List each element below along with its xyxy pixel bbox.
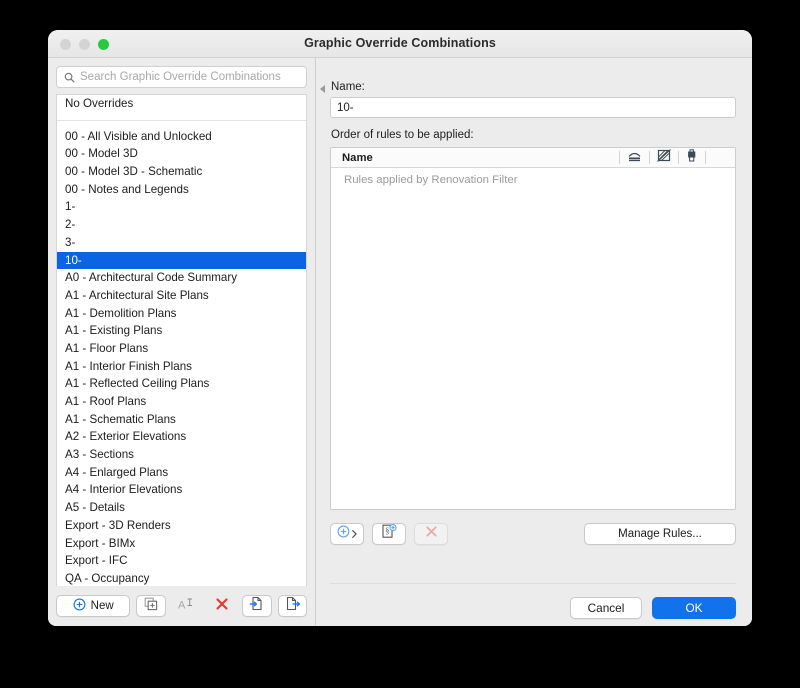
export-combination-button[interactable] (277, 595, 307, 617)
list-item[interactable]: A1 - Schematic Plans (57, 411, 306, 429)
export-document-icon (285, 596, 300, 616)
list-item[interactable]: 2- (57, 216, 306, 234)
rules-column-icons (612, 148, 713, 167)
actions-divider (330, 583, 736, 584)
list-separator (57, 113, 306, 121)
cancel-label: Cancel (587, 601, 625, 615)
list-item[interactable]: 00 - All Visible and Unlocked (57, 128, 306, 146)
red-x-icon (425, 525, 438, 543)
pen-weight-icon[interactable] (627, 149, 642, 167)
delete-combination-button[interactable] (207, 595, 236, 617)
list-separator-gap (57, 121, 306, 128)
graphic-override-combinations-dialog: Graphic Override Combinations No Overrid… (48, 30, 752, 626)
search-icon (64, 72, 75, 83)
list-item[interactable]: A5 - Details (57, 499, 306, 517)
list-item[interactable]: A1 - Demolition Plans (57, 305, 306, 323)
list-item[interactable]: A1 - Interior Finish Plans (57, 358, 306, 376)
header-divider (705, 151, 706, 164)
header-divider (678, 151, 679, 164)
header-divider (649, 151, 650, 164)
list-item[interactable]: A2 - Exterior Elevations (57, 428, 306, 446)
header-divider (619, 151, 620, 164)
cancel-button[interactable]: Cancel (570, 597, 642, 619)
new-combination-button[interactable]: New (56, 595, 131, 617)
list-item[interactable]: 10- (57, 251, 306, 270)
rules-toolbar: § Manage Rules... (330, 520, 736, 548)
list-item[interactable]: Export - IFC (57, 552, 306, 570)
combinations-sidebar: No Overrides 00 - All Visible and Unlock… (48, 58, 316, 626)
list-item[interactable]: QA - Occupancy (57, 570, 306, 586)
plus-circle-icon (73, 598, 86, 614)
order-of-rules-label: Order of rules to be applied: (331, 129, 474, 141)
list-item[interactable]: 1- (57, 198, 306, 216)
plus-circle-icon (337, 525, 350, 543)
detail-panel: Name: Order of rules to be applied: Name (316, 58, 752, 626)
list-item[interactable]: Export - 3D Renders (57, 517, 306, 535)
rules-table[interactable]: Name Rules applied by Renovation Filter (330, 147, 736, 510)
delete-rule-button[interactable] (414, 523, 448, 545)
duplicate-combination-button[interactable] (136, 595, 166, 617)
fill-pattern-icon[interactable] (657, 148, 671, 167)
list-item[interactable]: A4 - Interior Elevations (57, 481, 306, 499)
list-item[interactable]: A4 - Enlarged Plans (57, 464, 306, 482)
list-item[interactable]: A0 - Architectural Code Summary (57, 269, 306, 287)
svg-text:§: § (385, 527, 389, 536)
collapse-left-icon[interactable] (318, 80, 327, 98)
name-input[interactable] (330, 97, 736, 118)
manage-rules-button[interactable]: Manage Rules... (584, 523, 736, 545)
window-title: Graphic Override Combinations (304, 36, 496, 50)
list-item[interactable]: 00 - Model 3D (57, 145, 306, 163)
new-button-label: New (90, 600, 114, 612)
red-x-icon (215, 597, 229, 616)
dialog-actions: Cancel OK (570, 597, 736, 619)
rename-combination-button[interactable]: A (172, 595, 201, 617)
search-area (48, 58, 315, 94)
search-box[interactable] (56, 66, 307, 88)
list-item[interactable]: Export - BIMx (57, 535, 306, 553)
list-item[interactable]: A1 - Architectural Site Plans (57, 287, 306, 305)
column-header-name[interactable]: Name (331, 152, 373, 164)
name-label: Name: (331, 81, 365, 93)
list-item[interactable]: A1 - Roof Plans (57, 393, 306, 411)
list-item[interactable]: 00 - Notes and Legends (57, 181, 306, 199)
svg-text:A: A (178, 599, 186, 611)
list-item[interactable]: A1 - Reflected Ceiling Plans (57, 375, 306, 393)
chevron-right-icon (352, 525, 357, 543)
import-combination-button[interactable] (242, 595, 272, 617)
add-rule-button[interactable] (330, 523, 364, 545)
list-item[interactable]: A1 - Existing Plans (57, 322, 306, 340)
manage-rules-label: Manage Rules... (618, 528, 702, 540)
list-item[interactable]: 3- (57, 234, 306, 252)
list-item-no-overrides[interactable]: No Overrides (57, 95, 306, 113)
rename-text-icon: A (178, 597, 194, 616)
list-item[interactable]: A3 - Sections (57, 446, 306, 464)
search-input[interactable] (80, 71, 306, 83)
sidebar-toolbar: New A (48, 586, 315, 626)
import-document-icon (249, 596, 264, 616)
list-item[interactable]: A1 - Floor Plans (57, 340, 306, 358)
surface-paint-icon[interactable] (686, 148, 698, 167)
new-rule-button[interactable]: § (372, 523, 406, 545)
ok-label: OK (685, 601, 703, 615)
dialog-body: No Overrides 00 - All Visible and Unlock… (48, 58, 752, 626)
ok-button[interactable]: OK (652, 597, 736, 619)
window-titlebar[interactable]: Graphic Override Combinations (48, 30, 752, 58)
combinations-list[interactable]: No Overrides 00 - All Visible and Unlock… (56, 94, 307, 586)
rules-table-header: Name (331, 148, 735, 168)
rules-empty-text: Rules applied by Renovation Filter (344, 174, 518, 186)
list-item[interactable]: 00 - Model 3D - Schematic (57, 163, 306, 181)
new-rule-document-icon: § (381, 524, 397, 544)
duplicate-icon (144, 597, 158, 616)
